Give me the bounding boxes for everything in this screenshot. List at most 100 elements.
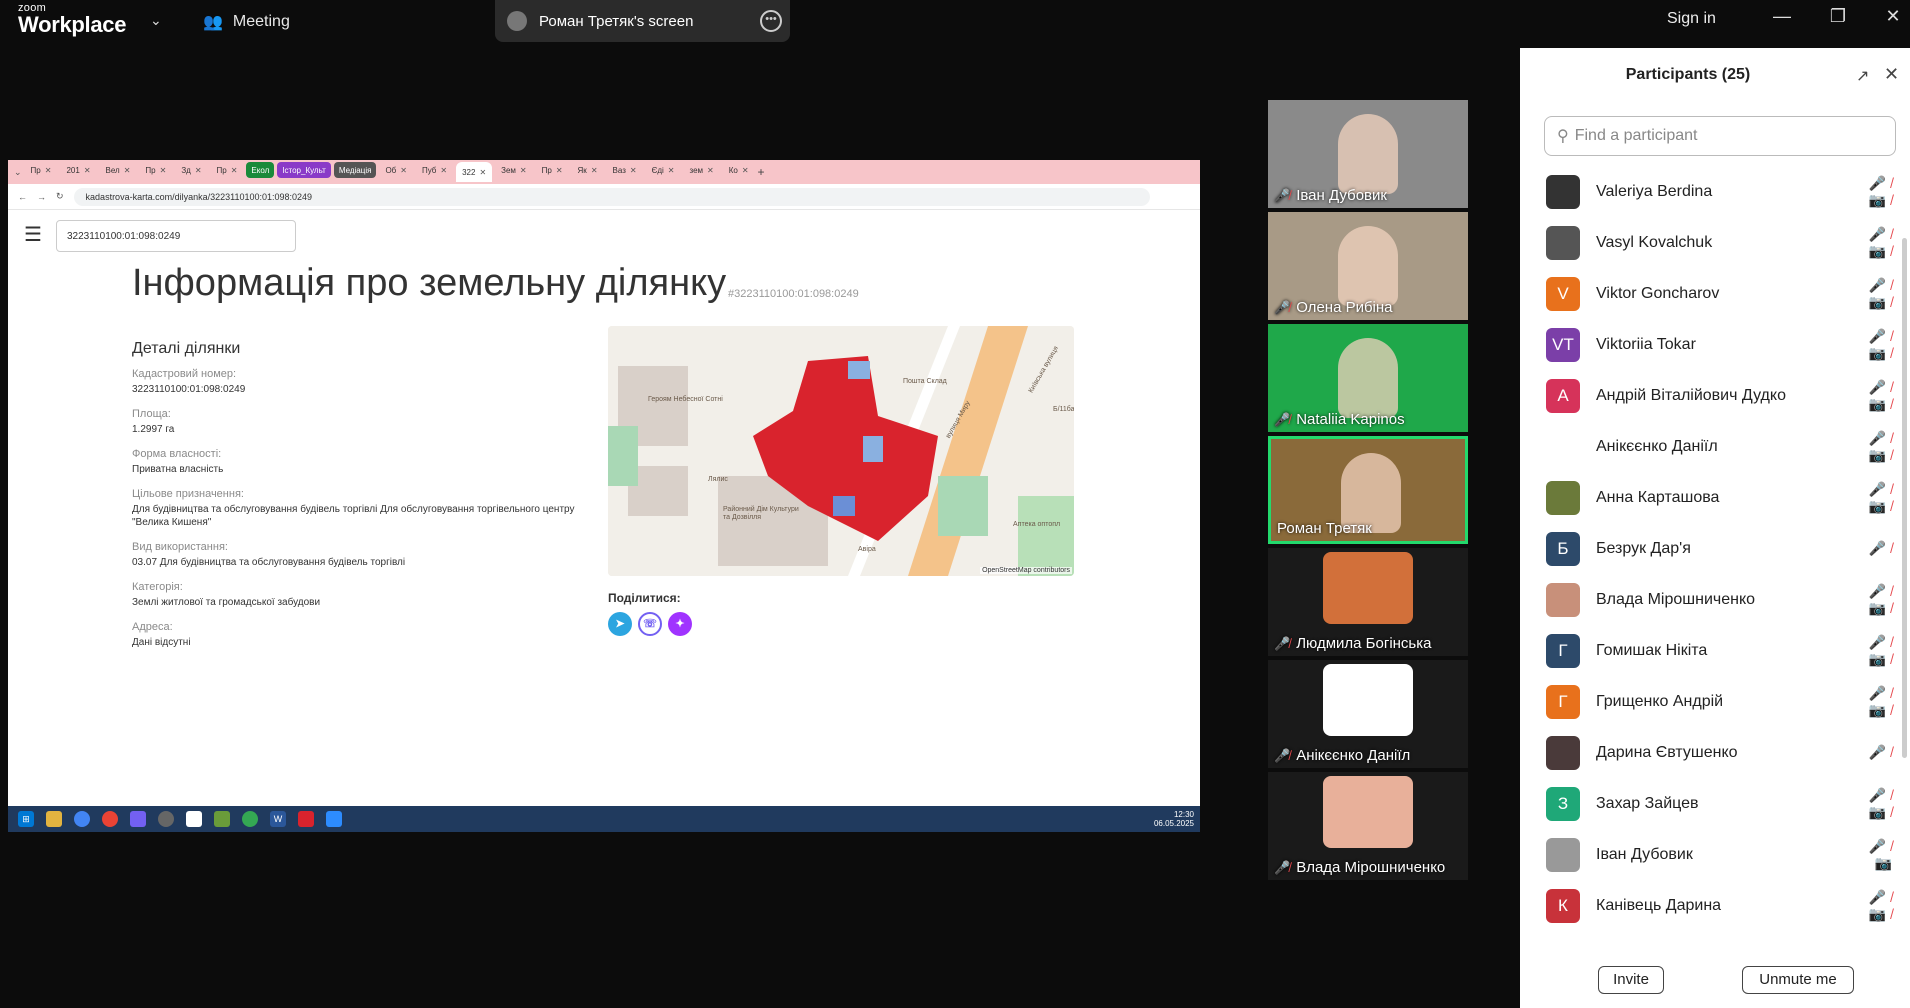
browser-tab[interactable]: Істор_Культ [277,162,331,178]
browser-tab[interactable]: Вел ✕ [100,162,137,178]
video-tile[interactable]: 🎤̸ Влада Мірошниченко [1268,772,1468,880]
participant-row[interactable]: V Viktor Goncharov 🎤̸ 📷̸ [1520,268,1898,319]
close-tab-icon[interactable]: ✕ [707,166,714,175]
word-icon[interactable]: W [270,811,286,827]
participant-row[interactable]: Іван Дубовик 🎤̸ 📷 [1520,829,1898,880]
participant-row[interactable]: Valeriya Berdina 🎤̸ 📷̸ [1520,166,1898,217]
close-tab-icon[interactable]: ✕ [630,166,637,175]
browser-tab[interactable]: Пр ✕ [536,162,569,178]
pop-out-icon[interactable]: ↗ [1856,66,1869,86]
restore-icon[interactable]: ❐ [1826,6,1850,27]
new-tab-icon[interactable]: + [758,165,765,179]
close-tab-icon[interactable]: ✕ [440,166,447,175]
more-options-icon[interactable]: ••• [760,10,782,32]
avatar: А [1546,378,1580,413]
browser-tab[interactable]: Пр ✕ [211,162,244,178]
close-tab-icon[interactable]: ✕ [479,168,486,177]
participant-row[interactable]: Г Грищенко Андрій 🎤̸ 📷̸ [1520,676,1898,727]
browser-tab[interactable]: Екол [246,162,275,178]
close-tab-icon[interactable]: ✕ [84,166,91,175]
browser-tab[interactable]: Зем ✕ [495,162,532,178]
messenger-icon[interactable]: ✦ [668,612,692,636]
close-tab-icon[interactable]: ✕ [556,166,563,175]
telegram-icon[interactable]: ➤ [608,612,632,636]
browser-tab[interactable]: Єді ✕ [646,162,681,178]
participant-row[interactable]: Vasyl Kovalchuk 🎤̸ 📷̸ [1520,217,1898,268]
close-tab-icon[interactable]: ✕ [124,166,131,175]
chrome-icon-2[interactable] [102,811,118,827]
video-tile[interactable]: 🎤̸ Іван Дубовик [1268,100,1468,208]
acrobat-icon[interactable] [298,811,314,827]
start-icon[interactable]: ⊞ [18,811,34,827]
chrome-icon[interactable] [74,811,90,827]
viber-app-icon[interactable] [130,811,146,827]
close-tab-icon[interactable]: ✕ [400,166,407,175]
parcel-map[interactable]: вулиця Миру Київська вулиця Пошта Склад Рай… [608,326,1074,576]
participant-row[interactable]: Г Гомишак Нікіта 🎤̸ 📷̸ [1520,625,1898,676]
browser-tab[interactable]: зем ✕ [684,162,720,178]
zoom-app-icon[interactable] [326,811,342,827]
folder-icon[interactable] [46,811,62,827]
viber-icon[interactable]: ☏ [638,612,662,636]
browser-tab[interactable]: 201 ✕ [60,162,96,178]
chevron-down-icon[interactable]: ⌄ [150,12,162,29]
field-label: Форма власності: [132,448,222,460]
browser-tab[interactable]: Пуб ✕ [416,162,453,178]
video-tile[interactable]: 🎤̸ Людмила Богінська [1268,548,1468,656]
close-tab-icon[interactable]: ✕ [231,166,238,175]
minimize-icon[interactable]: — [1770,6,1794,27]
close-tab-icon[interactable]: ✕ [591,166,598,175]
participant-row[interactable]: З Захар Зайцев 🎤̸ 📷̸ [1520,778,1898,829]
participant-row[interactable]: А Андрій Віталійович Дудко 🎤̸ 📷̸ [1520,370,1898,421]
app-icon[interactable] [158,811,174,827]
participant-row[interactable]: Б Безрук Дар'я 🎤̸ [1520,523,1898,574]
browser-tab[interactable]: Медіація [333,162,377,178]
video-tile[interactable]: 🎤̸ Олена Рибіна [1268,212,1468,320]
tab-menu-icon[interactable]: ⌄ [14,167,22,178]
participant-row[interactable]: К Канівець Дарина 🎤̸ 📷̸ [1520,880,1898,931]
browser-tab[interactable]: Як ✕ [572,162,604,178]
participant-search-input[interactable]: ⚲ Find a participant [1544,116,1896,156]
participant-row[interactable]: Дарина Євтушенко 🎤̸ [1520,727,1898,778]
participant-row[interactable]: Анна Карташова 🎤̸ 📷̸ [1520,472,1898,523]
menu-icon[interactable]: ☰ [24,222,42,247]
close-icon[interactable]: ✕ [1881,6,1905,27]
avatar: З [1546,786,1580,821]
participant-row[interactable]: Влада Мірошниченко 🎤̸ 📷̸ [1520,574,1898,625]
screen-share-pill[interactable]: Роман Третяк's screen ••• [495,0,790,42]
url-field[interactable]: kadastrova-karta.com/dilyanka/3223110100… [73,187,1150,206]
browser-tab[interactable]: 322 ✕ [456,162,493,182]
browser-tab[interactable]: Пр ✕ [139,162,172,178]
browser-tab[interactable]: Об ✕ [379,162,413,178]
sign-in-button[interactable]: Sign in [1667,10,1716,28]
video-tile[interactable]: 🎤̸ Анікєєнко Даніїл [1268,660,1468,768]
close-tab-icon[interactable]: ✕ [742,166,749,175]
chrome-icon-3[interactable] [242,811,258,827]
close-tab-icon[interactable]: ✕ [195,166,202,175]
participant-row[interactable]: VT Viktoriia Tokar 🎤̸ 📷̸ [1520,319,1898,370]
video-tile[interactable]: Роман Третяк [1268,436,1468,544]
participant-row[interactable]: Анікєєнко Даніїл 🎤̸ 📷̸ [1520,421,1898,472]
forward-icon[interactable]: → [37,192,46,202]
cadastral-search-input[interactable]: 3223110100:01:098:0249 [56,220,296,252]
qgis-icon[interactable] [214,811,230,827]
browser-tab[interactable]: Зд ✕ [175,162,207,178]
unmute-me-button[interactable]: Unmute me [1742,966,1854,994]
tile-name-text: Роман Третяк [1277,520,1372,537]
back-icon[interactable]: ← [18,192,27,202]
reload-icon[interactable]: ↻ [56,191,64,202]
participant-name: Гомишак Нікіта [1596,641,1708,659]
invite-button[interactable]: Invite [1598,966,1664,994]
close-tab-icon[interactable]: ✕ [160,166,167,175]
meeting-button[interactable]: 👥 Meeting [203,10,290,34]
browser-tab[interactable]: Ко ✕ [723,162,755,178]
scrollbar[interactable] [1902,238,1907,758]
browser-tab[interactable]: Пр ✕ [25,162,58,178]
close-tab-icon[interactable]: ✕ [520,166,527,175]
video-tile[interactable]: 🎤̸ Nataliia Kapinos [1268,324,1468,432]
close-tab-icon[interactable]: ✕ [45,166,52,175]
browser-tab[interactable]: Ваз ✕ [607,162,643,178]
file-icon[interactable] [186,811,202,827]
close-tab-icon[interactable]: ✕ [668,166,675,175]
close-panel-icon[interactable]: ✕ [1884,64,1899,85]
